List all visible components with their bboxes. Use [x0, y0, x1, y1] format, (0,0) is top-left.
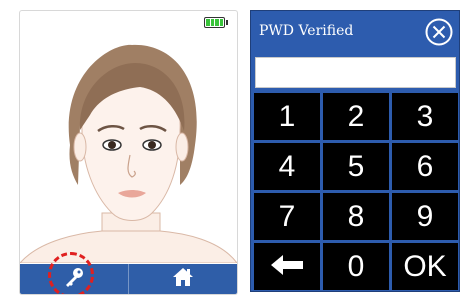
keypad-header: PWD Verified	[251, 11, 459, 53]
face-illustration	[20, 35, 237, 264]
key-4[interactable]: 4	[254, 143, 320, 190]
key-9[interactable]: 9	[392, 193, 458, 240]
face-recognition-screen	[19, 10, 238, 295]
backspace-button[interactable]	[254, 243, 320, 290]
key-8[interactable]: 8	[323, 193, 389, 240]
key-1[interactable]: 1	[254, 93, 320, 140]
password-key-button[interactable]	[20, 252, 128, 294]
key-3[interactable]: 3	[392, 93, 458, 140]
key-6[interactable]: 6	[392, 143, 458, 190]
password-field[interactable]	[255, 57, 456, 88]
arrow-left-icon	[270, 250, 304, 284]
home-icon	[172, 267, 194, 291]
battery-full-icon	[204, 17, 228, 28]
keypad-grid: 1 2 3 4 5 6 7 8 9 0 OK	[254, 93, 458, 290]
key-0[interactable]: 0	[323, 243, 389, 290]
home-button[interactable]	[128, 264, 237, 294]
bottom-navigation-bar	[20, 252, 237, 294]
password-keypad-panel: PWD Verified 1 2 3 4 5 6 7 8 9 0 OK	[250, 10, 460, 292]
highlight-circle	[48, 252, 94, 294]
ok-button[interactable]: OK	[392, 243, 458, 290]
keypad-title: PWD Verified	[259, 23, 354, 39]
key-2[interactable]: 2	[323, 93, 389, 140]
key-7[interactable]: 7	[254, 193, 320, 240]
close-icon[interactable]	[425, 18, 453, 46]
key-5[interactable]: 5	[323, 143, 389, 190]
